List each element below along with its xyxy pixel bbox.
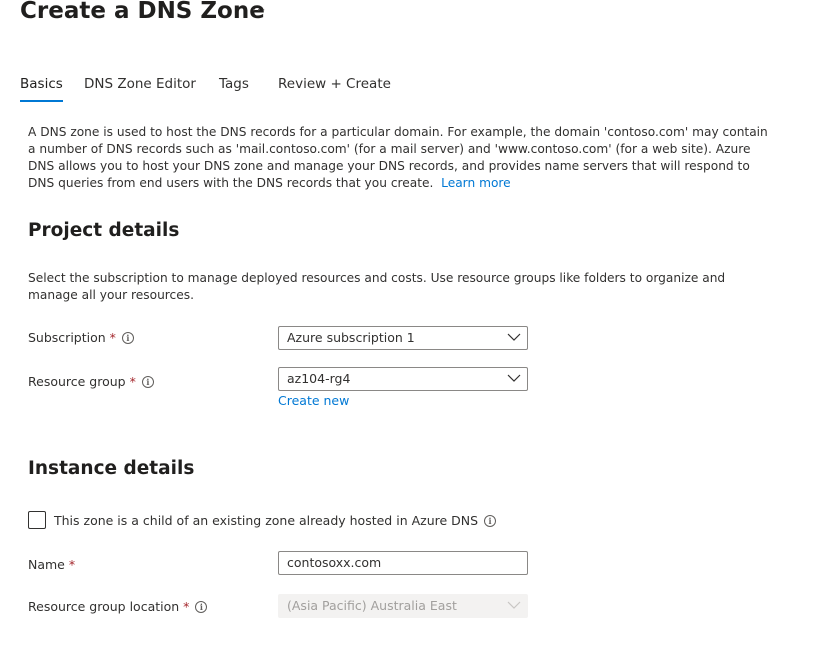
chevron-down-icon [507,601,521,609]
info-icon[interactable]: i [121,331,134,344]
resource-group-value: az104-rg4 [287,371,351,386]
name-input[interactable]: contosoxx.com [278,551,528,575]
resource-group-label-text: Resource group [28,374,126,389]
resource-group-location-label: Resource group location * i [28,599,208,614]
child-zone-label: This zone is a child of an existing zone… [54,513,497,528]
page-title: Create a DNS Zone [20,0,265,24]
required-marker: * [129,374,136,389]
resource-group-select[interactable]: az104-rg4 [278,367,528,391]
name-label: Name * [28,557,75,572]
child-zone-checkbox[interactable] [28,511,46,529]
info-icon[interactable]: i [141,375,154,388]
required-marker: * [68,557,76,572]
chevron-down-icon [507,374,521,382]
subscription-label: Subscription * i [28,330,134,345]
name-label-text: Name [28,557,65,572]
subscription-value: Azure subscription 1 [287,330,415,345]
resource-group-location-select: (Asia Pacific) Australia East [278,594,528,618]
location-value: (Asia Pacific) Australia East [287,598,457,613]
subscription-label-text: Subscription [28,330,106,345]
resource-group-location-label-text: Resource group location [28,599,180,614]
tab-dns-zone-editor[interactable]: DNS Zone Editor [84,76,196,102]
chevron-down-icon [507,333,521,341]
required-marker: * [183,599,190,614]
resource-group-label: Resource group * i [28,374,154,389]
tab-review-create[interactable]: Review + Create [278,76,391,102]
name-value: contosoxx.com [287,555,382,570]
learn-more-link[interactable]: Learn more [441,176,511,190]
project-details-description: Select the subscription to manage deploy… [28,271,726,302]
tab-basics[interactable]: Basics [20,76,63,102]
info-icon[interactable]: i [195,600,208,613]
tab-tags[interactable]: Tags [219,76,249,102]
required-marker: * [109,330,116,345]
subscription-select[interactable]: Azure subscription 1 [278,326,528,350]
child-zone-label-text: This zone is a child of an existing zone… [54,513,479,528]
intro-description: A DNS zone is used to host the DNS recor… [28,124,768,192]
info-icon[interactable]: i [484,514,497,527]
instance-details-heading: Instance details [28,458,195,479]
more-options-button[interactable]: ··· [252,3,266,17]
create-new-link[interactable]: Create new [278,393,349,408]
intro-text: A DNS zone is used to host the DNS recor… [28,125,768,190]
project-details-heading: Project details [28,220,180,241]
